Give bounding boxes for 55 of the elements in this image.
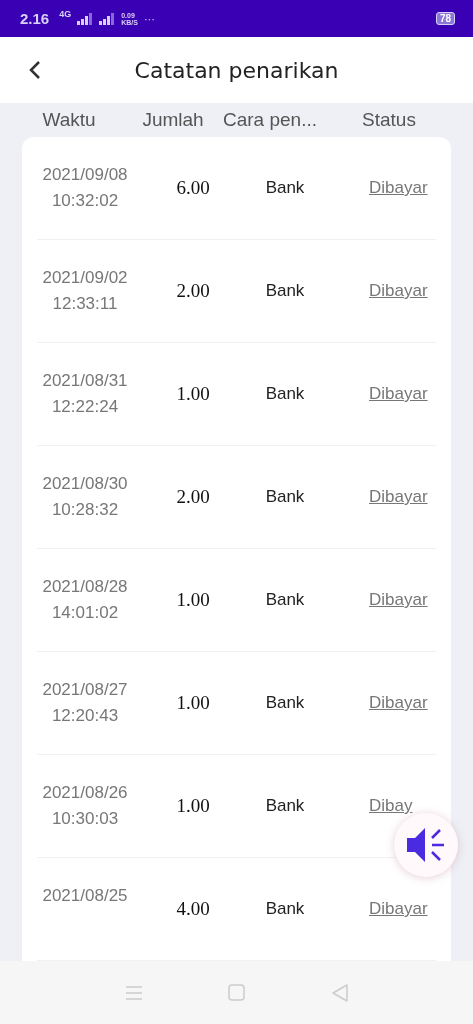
payment-method: Bank	[265, 487, 305, 507]
back-icon	[29, 60, 41, 80]
clock-time: 2.16	[20, 10, 50, 27]
battery-level: 78	[435, 12, 455, 25]
record-time: 12:20:43	[51, 705, 119, 727]
payment-method: Bank	[265, 178, 305, 198]
status-link[interactable]: Dibayar	[369, 693, 428, 713]
record-amount: 1.00	[176, 692, 210, 714]
back-nav-button[interactable]	[330, 983, 349, 1002]
signal-icon	[77, 12, 94, 25]
record-amount: 2.00	[176, 486, 210, 508]
record-date: 2021/09/08	[42, 164, 128, 186]
status-link[interactable]: Dibayar	[369, 487, 428, 507]
record-time: 14:01:02	[51, 602, 119, 624]
record-date: 2021/08/28	[42, 576, 128, 598]
status-link[interactable]: Dibayar	[369, 281, 428, 301]
payment-method: Bank	[265, 384, 305, 404]
record-amount: 6.00	[176, 177, 210, 199]
payment-method: Bank	[265, 590, 305, 610]
column-header: Waktu	[42, 109, 96, 131]
record-amount: 4.00	[176, 898, 210, 920]
more-indicator: ···	[143, 12, 155, 25]
speaker-icon	[405, 826, 447, 864]
status-link[interactable]: Dibayar	[369, 178, 428, 198]
column-header: Cara pen...	[223, 109, 317, 131]
record-date: 2021/08/27	[42, 679, 128, 701]
page-title: Catatan penarikan	[134, 57, 339, 83]
menu-button[interactable]	[124, 984, 143, 1001]
record-amount: 1.00	[176, 795, 210, 817]
network-type: 4G	[59, 9, 72, 19]
record-date: 2021/09/02	[42, 267, 128, 289]
record-time: 10:28:32	[51, 499, 119, 521]
column-header: Jumlah	[142, 109, 204, 131]
payment-method: Bank	[265, 693, 305, 713]
record-time: 12:22:24	[51, 396, 119, 418]
record-amount: 1.00	[176, 589, 210, 611]
record-date: 2021/08/30	[42, 473, 128, 495]
signal-icon	[99, 12, 116, 25]
record-date: 2021/08/25	[42, 885, 128, 907]
record-date: 2021/08/31	[42, 370, 128, 392]
payment-method: Bank	[265, 899, 305, 919]
record-time: 10:30:03	[51, 808, 119, 830]
record-time: 12:33:11	[52, 293, 118, 315]
record-date: 2021/08/26	[42, 782, 128, 804]
status-link[interactable]: Dibayar	[369, 384, 428, 404]
home-button[interactable]	[227, 983, 246, 1002]
status-link[interactable]: Dibayar	[369, 590, 428, 610]
payment-method: Bank	[265, 281, 305, 301]
record-amount: 2.00	[176, 280, 210, 302]
status-link[interactable]: Dibayar	[369, 899, 428, 919]
column-header: Status	[362, 109, 416, 131]
payment-method: Bank	[265, 796, 305, 816]
record-time: 10:32:02	[51, 190, 119, 212]
status-link[interactable]: Dibay	[369, 796, 413, 816]
record-amount: 1.00	[176, 383, 210, 405]
